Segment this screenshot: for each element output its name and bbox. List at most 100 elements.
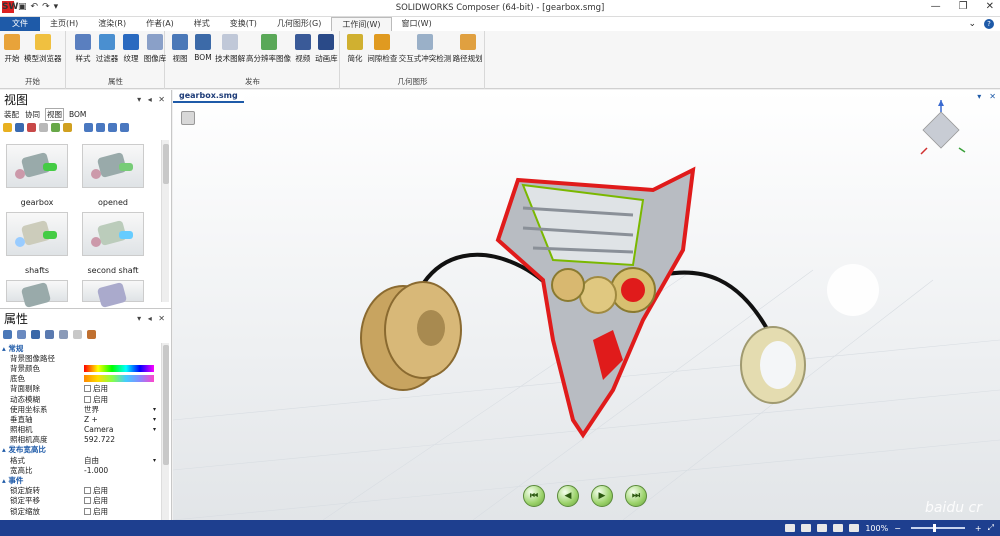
menu-style[interactable]: 样式 — [184, 17, 220, 31]
create-view-icon[interactable] — [3, 122, 12, 132]
property-row[interactable]: 背景颜色 — [0, 363, 160, 373]
last-view-button[interactable]: ⏭ — [625, 485, 647, 507]
scrollbar-thumb[interactable] — [163, 345, 169, 465]
first-view-button[interactable]: ⏮ — [523, 485, 545, 507]
checkbox[interactable] — [84, 385, 91, 393]
property-row[interactable]: 底色 — [0, 374, 160, 384]
property-row[interactable]: 格式 自由 ▾ — [0, 455, 160, 465]
menu-geometry[interactable]: 几何图形(G) — [267, 17, 331, 31]
minimize-icon[interactable]: — — [931, 1, 941, 12]
filter-button[interactable]: 过滤器 — [96, 34, 118, 64]
property-row[interactable]: 锁定缩放 启用 — [0, 506, 160, 516]
status-grid-icon[interactable] — [817, 524, 828, 532]
property-apply-icon[interactable] — [87, 329, 96, 339]
zoom-fit-icon[interactable]: ⤢ — [988, 523, 994, 533]
sort-az-icon[interactable] — [17, 329, 26, 339]
categorized-icon[interactable] — [3, 329, 12, 339]
view-thumbnail[interactable] — [82, 280, 144, 309]
move-down-icon[interactable] — [96, 122, 105, 132]
property-value[interactable]: Z + ▾ — [84, 415, 160, 424]
color-swatch[interactable] — [84, 364, 154, 372]
zoom-slider[interactable] — [910, 524, 965, 532]
property-row[interactable]: 照相机 Camera ▾ — [0, 425, 160, 435]
animation-library-button[interactable]: 动画库 — [315, 34, 338, 64]
property-row[interactable]: 动态模糊 启用 — [0, 394, 160, 404]
property-category[interactable]: ▴ 事件 — [0, 475, 160, 485]
texture-button[interactable]: 纹理 — [121, 34, 141, 64]
zoom-out-icon[interactable]: − — [894, 524, 901, 533]
move-first-icon[interactable] — [108, 122, 117, 132]
view-camera-icon[interactable] — [27, 122, 36, 132]
views-scrollbar[interactable] — [161, 140, 169, 302]
move-last-icon[interactable] — [120, 122, 129, 132]
model-browser-button[interactable]: 模型浏览器 — [24, 34, 62, 64]
panel-controls[interactable]: ▾ ◂ ✕ — [137, 314, 167, 323]
view-delete-icon[interactable] — [39, 122, 48, 132]
menu-window[interactable]: 窗口(W) — [392, 17, 442, 31]
start-button[interactable]: 开始 — [2, 34, 22, 64]
property-value[interactable] — [84, 364, 160, 372]
chevron-down-icon[interactable]: ▾ — [153, 416, 160, 423]
property-page-icon[interactable] — [59, 329, 68, 339]
close-icon[interactable]: ✕ — [986, 1, 994, 12]
property-refresh-icon[interactable] — [45, 329, 54, 339]
next-view-button[interactable]: ▶ — [591, 485, 613, 507]
move-up-icon[interactable] — [84, 122, 93, 132]
path-planning-button[interactable]: 路径规划 — [453, 34, 483, 64]
view-play-icon[interactable] — [51, 122, 60, 132]
menu-home[interactable]: 主页(H) — [40, 17, 88, 31]
scrollbar-thumb[interactable] — [163, 144, 169, 184]
menu-render[interactable]: 渲染(R) — [88, 17, 136, 31]
video-button[interactable]: 视频 — [293, 34, 313, 64]
checkbox[interactable] — [84, 487, 91, 495]
previous-view-button[interactable]: ◀ — [557, 485, 579, 507]
property-category[interactable]: ▴ 常规 — [0, 343, 160, 353]
property-value[interactable]: 世界 ▾ — [84, 404, 160, 415]
property-row[interactable]: 照相机高度 592.722 — [0, 435, 160, 445]
status-fit-icon[interactable] — [849, 524, 860, 532]
view-thumbnail-shafts[interactable] — [6, 212, 68, 256]
bom-button[interactable]: BOM — [193, 34, 213, 64]
status-snap-icon[interactable] — [833, 524, 844, 532]
chevron-down-icon[interactable]: ▾ — [153, 406, 160, 413]
properties-scrollbar[interactable] — [161, 343, 169, 521]
property-value[interactable]: -1.000 — [84, 466, 160, 475]
property-value[interactable]: 592.722 — [84, 435, 160, 444]
high-res-image-button[interactable]: 高分辨率图像 — [246, 34, 291, 64]
chevron-down-icon[interactable]: ⌄ — [968, 19, 976, 29]
update-view-icon[interactable] — [15, 122, 24, 132]
property-value[interactable]: 自由 ▾ — [84, 455, 160, 466]
property-row[interactable]: 背景图像路径 — [0, 353, 160, 363]
property-filter-icon[interactable] — [31, 329, 40, 339]
view-thumbnail-opened[interactable] — [82, 144, 144, 188]
zoom-in-icon[interactable]: + — [975, 524, 982, 533]
status-select-icon[interactable] — [785, 524, 796, 532]
styles-button[interactable]: 样式 — [73, 34, 93, 64]
menu-author[interactable]: 作者(A) — [136, 17, 184, 31]
chevron-down-icon[interactable]: ▾ — [153, 426, 160, 433]
chevron-down-icon[interactable]: ▾ — [153, 457, 160, 464]
menu-workshops[interactable]: 工作间(W) — [331, 17, 392, 31]
property-row[interactable]: 背面剔除 启用 — [0, 384, 160, 394]
clearance-check-button[interactable]: 间隙检查 — [367, 34, 397, 64]
restore-icon[interactable]: ❐ — [959, 1, 968, 12]
checkbox[interactable] — [84, 507, 91, 515]
tab-assembly[interactable]: 装配 — [3, 109, 20, 120]
3d-viewport[interactable]: gearbox.smg ▾ ✕ ⏮ ◀ ▶ ⏭ baidu cr — [173, 90, 1000, 520]
view-thumbnail-gearbox[interactable] — [6, 144, 68, 188]
view-pen-icon[interactable] — [63, 122, 72, 132]
property-row[interactable]: 使用坐标系 世界 ▾ — [0, 404, 160, 414]
image-library-button[interactable]: 图像库 — [144, 34, 166, 64]
checkbox[interactable] — [84, 395, 91, 403]
menu-transform[interactable]: 变换(T) — [220, 17, 267, 31]
checkbox[interactable] — [84, 497, 91, 505]
property-value[interactable]: 启用 — [84, 506, 160, 517]
menu-file[interactable]: 文件 — [0, 17, 40, 31]
simplify-button[interactable]: 简化 — [345, 34, 365, 64]
property-row[interactable]: 垂直轴 Z + ▾ — [0, 414, 160, 424]
tab-collaboration[interactable]: 协同 — [24, 109, 41, 120]
interactive-collision-button[interactable]: 交互式冲突检测 — [399, 34, 451, 64]
tab-bom[interactable]: BOM — [68, 110, 87, 119]
view-thumbnail[interactable] — [6, 280, 68, 309]
help-icon[interactable]: ? — [984, 19, 994, 29]
